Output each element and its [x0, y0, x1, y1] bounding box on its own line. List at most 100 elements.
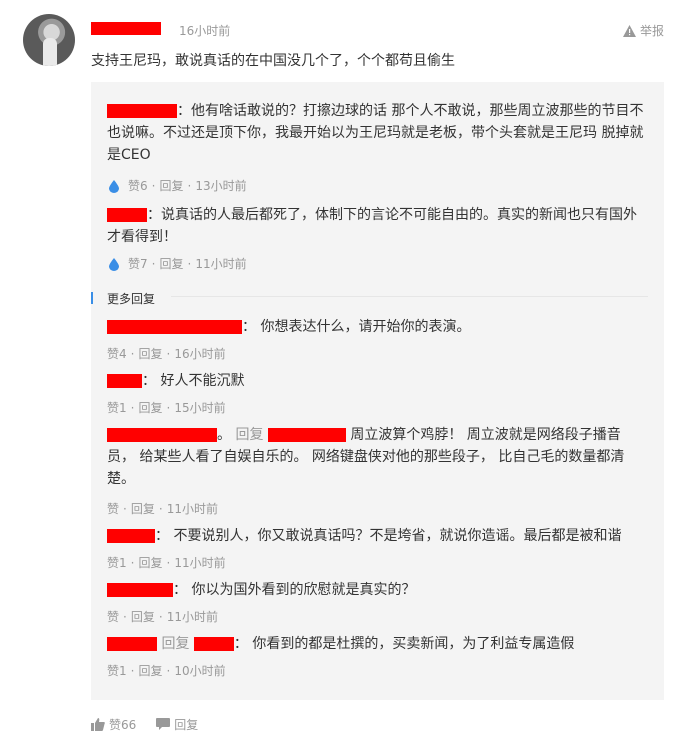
like-count[interactable]: 赞	[107, 608, 119, 625]
reply-text: 是CEO	[107, 147, 151, 163]
dot-separator: ·	[123, 501, 127, 516]
redacted-username[interactable]	[193, 637, 234, 651]
reply-link[interactable]: 回复	[131, 608, 155, 625]
reply-meta: 赞6 · 回复 · 13小时前	[107, 177, 247, 194]
like-count[interactable]: 赞1	[107, 554, 127, 571]
colon: ：	[173, 582, 192, 598]
reply-text: 楚。	[107, 471, 135, 487]
like-button[interactable]: 赞66	[91, 716, 136, 733]
comment-text: 支持王尼玛，敢说真话的在中国没几个了，个个都苟且偷生	[91, 53, 455, 69]
report-button[interactable]: 举报	[622, 22, 664, 39]
warning-icon	[622, 24, 636, 37]
reply-button[interactable]: 回复	[156, 716, 198, 733]
redacted-username[interactable]	[107, 104, 177, 118]
reply-meta: 赞1 · 回复 · 15小时前	[107, 399, 226, 416]
avatar[interactable]	[23, 14, 75, 66]
colon: ：	[233, 636, 253, 652]
reply-link[interactable]: 回复	[138, 662, 162, 679]
reply-text: 员， 给某些人看了自娱自乐的。 网络键盘侠对他的那些段子， 比自己毛的数量都清	[107, 449, 625, 465]
comment-time: 16小时前	[179, 24, 231, 38]
colon: ：	[142, 373, 161, 389]
reply-meta: 赞 · 回复 · 11小时前	[107, 608, 218, 625]
divider	[171, 296, 648, 297]
reply-meta: 赞7 · 回复 · 11小时前	[107, 255, 247, 272]
reply-meta: 赞1 · 回复 · 10小时前	[107, 662, 226, 679]
redacted-username[interactable]	[91, 22, 161, 35]
droplet-like-icon[interactable]	[107, 257, 121, 271]
reply-link[interactable]: 回复	[159, 177, 183, 194]
dot-separator: ·	[130, 346, 135, 361]
reply-item: ： 好人不能沉默	[107, 370, 648, 392]
reply-link[interactable]: 回复	[159, 255, 183, 272]
dot-separator: ·	[166, 400, 171, 415]
reply-text: 说真话的人最后都死了，体制下的言论不可能自由的。真实的新闻也只有国外	[161, 207, 637, 223]
reply-item: ： 你以为国外看到的欣慰就是真实的？	[107, 579, 648, 601]
section-marker	[91, 292, 93, 304]
reply-link[interactable]: 回复	[131, 500, 155, 517]
dot-separator: ·	[158, 609, 163, 624]
redacted-username[interactable]	[107, 529, 155, 543]
reply-item: ： 不要说别人，你又敢说真话吗？不是垮省，就说你造谣。最后都是被和谐	[107, 525, 648, 547]
reply-to-link[interactable]: 回复	[161, 636, 189, 652]
colon: ：	[155, 528, 174, 544]
dot-separator: ·	[166, 346, 171, 361]
reply-time: 13小时前	[195, 179, 247, 193]
reply-text: 他有啥话敢说的？打擦边球的话 那个人不敢说，那些周立波那些的节目不	[191, 103, 644, 119]
reply-meta: 赞 · 回复 · 11小时前	[107, 500, 218, 517]
reply-text: 也说嘛。不过还是顶下你，我最开始以为王尼玛就是老板，带个头套就是王尼玛 脱掉就	[107, 125, 644, 141]
like-count[interactable]: 赞	[107, 500, 119, 517]
report-label: 举报	[639, 24, 664, 38]
reply-item: 。 回复 周立波算个鸡脖！ 周立波就是网络段子播音 员， 给某些人看了自娱自乐的…	[107, 424, 648, 490]
colon: ：	[177, 103, 191, 119]
reply-time: 16小时前	[174, 347, 226, 361]
reply-text: 好人不能沉默	[160, 373, 245, 389]
redacted-username[interactable]	[267, 428, 346, 442]
reply-time: 11小时前	[166, 502, 218, 516]
dot-separator: ·	[123, 609, 127, 624]
period: 。	[217, 427, 236, 443]
colon: ：	[147, 207, 161, 223]
reply-text: 才看得到！	[107, 229, 177, 245]
reply-to-link[interactable]: 回复	[235, 427, 263, 443]
reply-text: 你看到的都是杜撰的，买卖新闻，为了利益专属造假	[252, 636, 575, 652]
reply-link[interactable]: 回复	[138, 345, 162, 362]
reply-time: 10小时前	[174, 664, 226, 678]
reply-link[interactable]: 回复	[138, 554, 162, 571]
speech-bubble-icon	[156, 718, 171, 730]
dot-separator: ·	[158, 501, 163, 516]
like-count[interactable]: 赞1	[107, 662, 127, 679]
like-count: 赞66	[109, 718, 137, 732]
reply-text: 你想表达什么，请开始你的表演。	[260, 319, 471, 335]
dot-separator: ·	[151, 178, 156, 193]
like-count[interactable]: 赞1	[107, 399, 127, 416]
reply-item: ： 你想表达什么，请开始你的表演。	[107, 316, 648, 338]
reply-meta: 赞1 · 回复 · 11小时前	[107, 554, 226, 571]
like-count[interactable]: 赞4	[107, 345, 127, 362]
reply-label: 回复	[174, 718, 199, 732]
dot-separator: ·	[187, 256, 192, 271]
dot-separator: ·	[130, 400, 135, 415]
reply-item: ：他有啥话敢说的？打擦边球的话 那个人不敢说，那些周立波那些的节目不 也说嘛。不…	[107, 100, 648, 166]
reply-text: 不要说别人，你又敢说真话吗？不是垮省，就说你造谣。最后都是被和谐	[173, 528, 622, 544]
droplet-like-icon[interactable]	[107, 179, 121, 193]
redacted-username[interactable]	[107, 637, 157, 651]
reply-time: 11小时前	[166, 610, 218, 624]
like-count[interactable]: 赞7	[128, 255, 148, 272]
reply-time: 11小时前	[195, 257, 247, 271]
reply-item: 回复 ： 你看到的都是杜撰的，买卖新闻，为了利益专属造假	[107, 633, 648, 655]
dot-separator: ·	[187, 178, 192, 193]
redacted-username[interactable]	[107, 320, 242, 334]
redacted-username[interactable]	[107, 428, 217, 442]
redacted-username[interactable]	[107, 374, 142, 388]
reply-link[interactable]: 回复	[138, 399, 162, 416]
dot-separator: ·	[166, 555, 171, 570]
thumbs-up-icon	[91, 718, 105, 731]
colon: ：	[242, 319, 261, 335]
comment-actions: 赞66 回复	[91, 716, 198, 733]
redacted-username[interactable]	[107, 208, 147, 222]
reply-meta: 赞4 · 回复 · 16小时前	[107, 345, 226, 362]
dot-separator: ·	[166, 663, 171, 678]
dot-separator: ·	[130, 663, 135, 678]
like-count[interactable]: 赞6	[128, 177, 148, 194]
redacted-username[interactable]	[107, 583, 173, 597]
